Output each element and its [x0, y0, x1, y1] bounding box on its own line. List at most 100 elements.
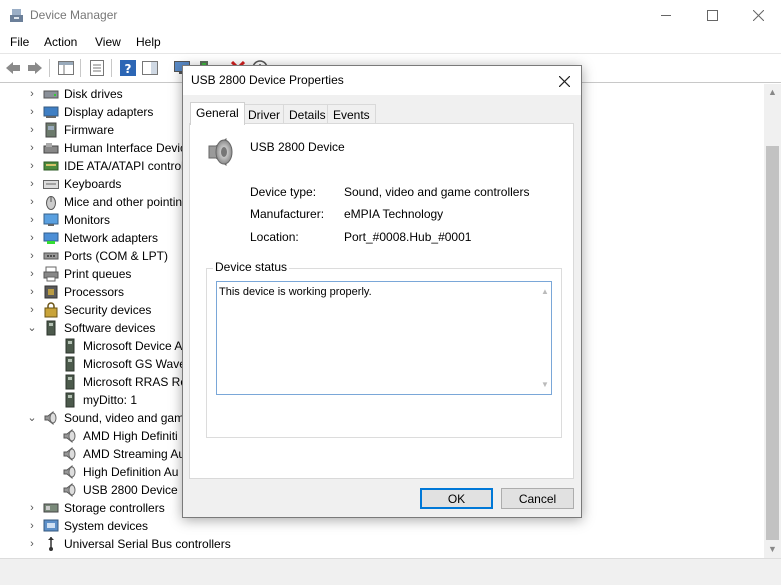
device-status-group: Device status This device is working pro… [206, 260, 562, 438]
chevron-right-icon[interactable]: › [26, 536, 38, 552]
action-pane-icon [142, 61, 158, 75]
tab-events[interactable]: Events [327, 104, 376, 124]
tree-category-item[interactable]: › Universal Serial Bus controllers [0, 535, 764, 553]
chevron-down-icon[interactable]: ⌄ [26, 320, 38, 336]
action-pane-button[interactable] [140, 58, 160, 78]
chevron-right-icon[interactable]: › [26, 302, 38, 318]
help-button[interactable]: ? [118, 58, 138, 78]
port-icon [43, 252, 59, 260]
back-arrow-icon [6, 62, 20, 74]
vertical-scrollbar[interactable]: ▲ ▼ [764, 84, 781, 558]
software-device-icon [65, 374, 75, 390]
chevron-right-icon[interactable]: › [26, 212, 38, 228]
chevron-right-icon[interactable]: › [26, 266, 38, 282]
tree-item-label: Mice and other pointin [64, 195, 183, 209]
device-status-textbox[interactable]: This device is working properly. ▲ ▼ [216, 281, 552, 395]
toolbar-separator [49, 59, 50, 77]
device-type-value: Sound, video and game controllers [344, 185, 530, 199]
general-tab-panel: USB 2800 Device Device type: Sound, vide… [189, 123, 574, 479]
tree-item-label: Ports (COM & LPT) [64, 249, 169, 263]
tab-driver[interactable]: Driver [242, 104, 286, 124]
software-device-icon [46, 320, 56, 336]
firmware-icon [45, 122, 57, 138]
display-adapter-icon [43, 106, 59, 118]
chevron-right-icon[interactable]: › [26, 284, 38, 300]
chevron-right-icon[interactable]: › [26, 194, 38, 210]
tree-item-label: AMD Streaming Au [83, 447, 186, 461]
console-tree-icon [58, 61, 74, 75]
properties-button[interactable] [87, 58, 107, 78]
ok-button[interactable]: OK [420, 488, 493, 509]
chevron-right-icon[interactable]: › [26, 230, 38, 246]
menu-help[interactable]: Help [134, 34, 163, 50]
network-adapter-icon [43, 232, 59, 244]
scroll-up-arrow-icon[interactable]: ▲ [539, 286, 551, 298]
manufacturer-label: Manufacturer: [250, 207, 325, 221]
show-hide-console-tree-button[interactable] [56, 58, 76, 78]
device-name: USB 2800 Device [250, 140, 345, 154]
menu-bar: File Action View Help [0, 31, 781, 53]
speaker-icon [63, 464, 76, 480]
dialog-title: USB 2800 Device Properties [191, 73, 344, 87]
chevron-right-icon[interactable]: › [26, 176, 38, 192]
keyboard-icon [43, 180, 59, 189]
scroll-down-arrow-icon[interactable]: ▼ [764, 541, 781, 558]
chevron-right-icon[interactable]: › [26, 158, 38, 174]
back-button[interactable] [3, 58, 23, 78]
tree-item-label: myDitto: 1 [83, 393, 138, 407]
storage-controller-icon [43, 503, 59, 513]
minimize-button[interactable] [643, 0, 689, 31]
maximize-button[interactable] [689, 0, 735, 31]
chevron-right-icon[interactable]: › [26, 104, 38, 120]
scroll-up-arrow-icon[interactable]: ▲ [764, 84, 781, 101]
mouse-icon [46, 196, 56, 210]
hid-icon [43, 143, 59, 154]
tree-item-label: System devices [64, 519, 149, 533]
chevron-right-icon[interactable]: › [26, 500, 38, 516]
tree-item-label: Human Interface Devic [64, 141, 187, 155]
tree-item-label: Disk drives [64, 87, 123, 101]
status-bar [0, 558, 781, 585]
dialog-close-button[interactable] [553, 70, 575, 92]
tree-item-label: Firmware [64, 123, 114, 137]
usb-icon [48, 537, 54, 551]
menu-action[interactable]: Action [42, 34, 79, 50]
device-manager-icon [10, 9, 23, 22]
processor-icon [44, 285, 58, 299]
scrollbar-thumb[interactable] [766, 146, 779, 540]
ide-controller-icon [43, 161, 59, 171]
close-button[interactable] [735, 0, 781, 31]
help-icon: ? [120, 60, 136, 76]
speaker-icon [208, 138, 233, 166]
scroll-down-arrow-icon[interactable]: ▼ [539, 379, 551, 391]
chevron-right-icon[interactable]: › [26, 518, 38, 534]
speaker-icon [63, 482, 76, 498]
close-icon [558, 75, 570, 87]
software-device-icon [65, 356, 75, 372]
toolbar-separator [111, 59, 112, 77]
chevron-right-icon[interactable]: › [26, 140, 38, 156]
title-bar: Device Manager [0, 0, 781, 31]
forward-button[interactable] [25, 58, 45, 78]
chevron-down-icon[interactable]: ⌄ [26, 410, 38, 426]
properties-icon [90, 60, 104, 76]
tab-details[interactable]: Details [283, 104, 332, 124]
tree-item-label: Microsoft RRAS Ro [83, 375, 188, 389]
chevron-right-icon[interactable]: › [26, 122, 38, 138]
speaker-icon [44, 410, 57, 426]
forward-arrow-icon [28, 62, 42, 74]
chevron-right-icon[interactable]: › [26, 86, 38, 102]
menu-view[interactable]: View [93, 34, 123, 50]
tree-item-label: AMD High Definiti [83, 429, 178, 443]
printer-icon [43, 266, 59, 282]
tab-general[interactable]: General [190, 102, 245, 125]
toolbar-separator [80, 59, 81, 77]
tree-item-label: Print queues [64, 267, 132, 281]
cancel-button[interactable]: Cancel [501, 488, 574, 509]
tree-item-label: High Definition Au [83, 465, 179, 479]
chevron-right-icon[interactable]: › [26, 248, 38, 264]
tree-item-label: Microsoft GS Wave [83, 357, 186, 371]
tree-category-item[interactable]: › System devices [0, 517, 764, 535]
menu-file[interactable]: File [8, 34, 31, 50]
manufacturer-value: eMPIA Technology [344, 207, 444, 221]
